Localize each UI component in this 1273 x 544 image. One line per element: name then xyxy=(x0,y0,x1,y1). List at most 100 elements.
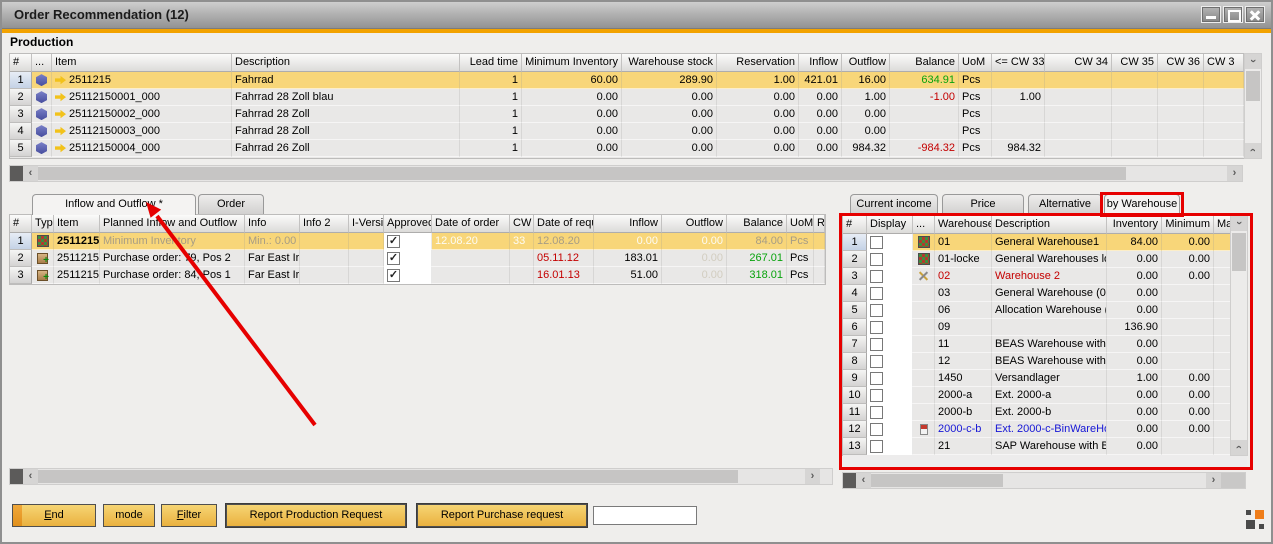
scroll-thumb[interactable] xyxy=(38,470,738,483)
cell-lead_time[interactable]: 1 xyxy=(460,140,522,157)
cell-iversion[interactable] xyxy=(349,267,384,284)
cell-cw34[interactable] xyxy=(1045,72,1112,89)
cell-description[interactable]: Allocation Warehouse (06 xyxy=(992,302,1107,319)
cell-cw35[interactable] xyxy=(1112,140,1158,157)
cell-ma[interactable] xyxy=(1214,319,1231,336)
cell-warehouse[interactable]: 2000-b xyxy=(935,404,992,421)
end-button[interactable]: End xyxy=(12,504,96,527)
row-number-cell[interactable]: 2 xyxy=(10,89,32,106)
column-header-num[interactable]: # xyxy=(10,215,32,233)
cell-balance[interactable] xyxy=(890,123,959,140)
approved-checkbox[interactable]: ✓ xyxy=(387,269,400,282)
cell-min_inventory[interactable]: 60.00 xyxy=(522,72,622,89)
cell-cw36[interactable] xyxy=(1158,123,1204,140)
cell-date_of_requirement[interactable]: 05.11.12 xyxy=(534,250,594,267)
cell-minimum[interactable] xyxy=(1162,353,1214,370)
cell-dots[interactable] xyxy=(913,251,935,268)
cell-outflow[interactable]: 0.00 xyxy=(842,106,890,123)
cell-dots[interactable] xyxy=(913,285,935,302)
cell-outflow[interactable]: 0.00 xyxy=(662,267,727,284)
column-header-cw33[interactable]: <= CW 33 xyxy=(992,54,1045,72)
cell-display[interactable] xyxy=(867,370,913,387)
table-row[interactable]: 403General Warehouse (03)0.00 xyxy=(843,285,1231,302)
cell-ma[interactable] xyxy=(1214,387,1231,404)
cell-ma[interactable] xyxy=(1214,336,1231,353)
scroll-left-button[interactable]: ‹ xyxy=(23,469,38,484)
cell-warehouse[interactable]: 09 xyxy=(935,319,992,336)
cell-warehouse[interactable]: 2000-a xyxy=(935,387,992,404)
cell-balance[interactable]: 318.01 xyxy=(727,267,787,284)
cell-ma[interactable] xyxy=(1214,285,1231,302)
cell-inflow[interactable]: 183.01 xyxy=(594,250,662,267)
cell-display[interactable] xyxy=(867,251,913,268)
column-header-item[interactable]: Item xyxy=(54,215,100,233)
column-header-warehouse[interactable]: Warehouse xyxy=(935,216,992,234)
tab-order[interactable]: Order xyxy=(198,194,264,215)
cell-inventory[interactable]: 0.00 xyxy=(1107,268,1162,285)
cell-balance[interactable]: 634.91 xyxy=(890,72,959,89)
row-number-cell[interactable]: 2 xyxy=(843,251,867,268)
tab-current-income[interactable]: Current income xyxy=(850,194,938,215)
cell-typ[interactable] xyxy=(32,233,54,250)
column-header-cw35[interactable]: CW 35 xyxy=(1112,54,1158,72)
cell-description[interactable]: Fahrrad 28 Zoll xyxy=(232,106,460,123)
cell-inflow[interactable]: 421.01 xyxy=(799,72,842,89)
tab-by-warehouse[interactable]: by Warehouse xyxy=(1104,194,1180,215)
column-header-balance[interactable]: Balance xyxy=(890,54,959,72)
cell-inflow[interactable]: 0.00 xyxy=(799,140,842,157)
cell-cw35[interactable] xyxy=(1112,72,1158,89)
cell-date_of_requirement[interactable]: 16.01.13 xyxy=(534,267,594,284)
scroll-track[interactable] xyxy=(38,166,1227,181)
cell-ma[interactable] xyxy=(1214,438,1231,455)
scroll-track[interactable] xyxy=(38,469,805,484)
cell-description[interactable]: General Warehouse1 xyxy=(992,234,1107,251)
cell-display[interactable] xyxy=(867,319,913,336)
cell-ma[interactable] xyxy=(1214,302,1231,319)
cell-dots[interactable] xyxy=(913,336,935,353)
cell-minimum[interactable]: 0.00 xyxy=(1162,404,1214,421)
cell-date_of_order[interactable] xyxy=(432,267,510,284)
cell-planned[interactable]: Minimum Inventory xyxy=(100,233,245,250)
display-checkbox[interactable] xyxy=(870,253,883,266)
cell-cw35[interactable] xyxy=(1112,106,1158,123)
cell-cw[interactable] xyxy=(510,267,534,284)
cell-info2[interactable] xyxy=(300,267,349,284)
cell-inventory[interactable]: 0.00 xyxy=(1107,404,1162,421)
cell-warehouse[interactable]: 11 xyxy=(935,336,992,353)
cell-res[interactable] xyxy=(814,267,825,284)
cell-display[interactable] xyxy=(867,336,913,353)
tab-price[interactable]: Price xyxy=(942,194,1024,215)
row-number-cell[interactable]: 1 xyxy=(10,233,32,250)
table-row[interactable]: 425112150003_000Fahrrad 28 Zoll10.000.00… xyxy=(10,123,1244,140)
cell-warehouse[interactable]: 01-locke xyxy=(935,251,992,268)
cell-uom[interactable]: Pcs xyxy=(959,123,992,140)
display-checkbox[interactable] xyxy=(870,372,883,385)
cell-warehouse[interactable]: 1450 xyxy=(935,370,992,387)
cell-minimum[interactable]: 0.00 xyxy=(1162,234,1214,251)
cell-display[interactable] xyxy=(867,421,913,438)
table-row[interactable]: 12511215Minimum InventoryMin.: 0.00✓12.0… xyxy=(10,233,825,250)
cell-info[interactable]: Far East Ir xyxy=(245,267,300,284)
cell-warehouse[interactable]: 12 xyxy=(935,353,992,370)
cell-ma[interactable] xyxy=(1214,234,1231,251)
cell-warehouse_stock[interactable]: 0.00 xyxy=(622,140,717,157)
cell-reservation[interactable]: 0.00 xyxy=(717,140,799,157)
cell-warehouse[interactable]: 21 xyxy=(935,438,992,455)
display-checkbox[interactable] xyxy=(870,321,883,334)
cell-description[interactable]: Ext. 2000-c-BinWareHouse xyxy=(992,421,1107,438)
scroll-left-button[interactable]: ‹ xyxy=(856,473,871,488)
link-arrow-icon[interactable] xyxy=(55,75,66,85)
cell-item[interactable]: 2511215 xyxy=(54,250,100,267)
row-number-cell[interactable]: 12 xyxy=(843,421,867,438)
splitter-grip[interactable] xyxy=(10,469,23,484)
column-header-num[interactable]: # xyxy=(843,216,867,234)
cell-description[interactable]: Fahrrad 28 Zoll xyxy=(232,123,460,140)
cell-item[interactable]: 25112150004_000 xyxy=(52,140,232,157)
cell-res[interactable] xyxy=(814,233,825,250)
cell-dots[interactable] xyxy=(913,319,935,336)
cell-dots[interactable] xyxy=(913,421,935,438)
column-header-lead_time[interactable]: Lead time xyxy=(460,54,522,72)
link-arrow-icon[interactable] xyxy=(55,143,66,153)
cell-item[interactable]: 25112150001_000 xyxy=(52,89,232,106)
cell-balance[interactable]: -1.00 xyxy=(890,89,959,106)
